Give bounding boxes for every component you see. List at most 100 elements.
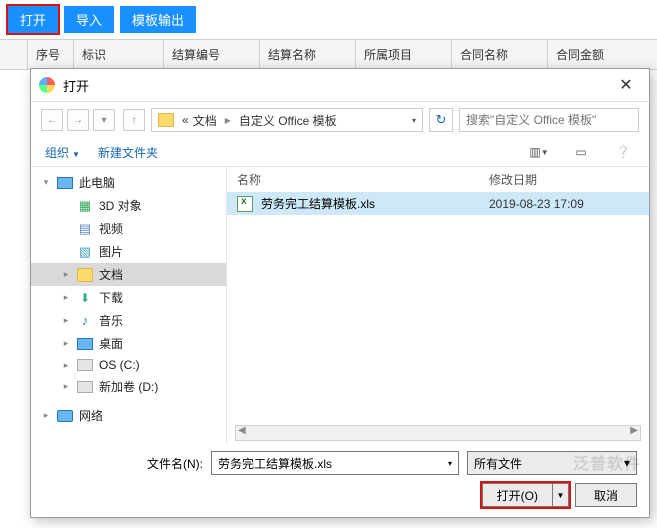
expand-icon[interactable]: ▸ — [61, 292, 71, 303]
dialog-title: 打开 — [63, 76, 611, 95]
tree-node-label: 桌面 — [99, 335, 123, 352]
new-folder-link[interactable]: 新建文件夹 — [98, 144, 158, 161]
expand-icon[interactable]: ▸ — [41, 410, 51, 421]
expand-icon[interactable]: ▸ — [61, 338, 71, 349]
filename-label: 文件名(N): — [43, 455, 203, 472]
open-button-group: 打开(O) ▼ — [482, 483, 569, 507]
tree-node-label: 3D 对象 — [99, 197, 142, 214]
breadcrumb-seg-docs[interactable]: 文档 — [193, 112, 217, 129]
open-file-dialog: 打开 ✕ ← → ▾ ↑ « 文档 ▶ 自定义 Office 模板 ▾ ↻ 组织… — [30, 68, 650, 518]
col-date[interactable]: 修改日期 — [489, 171, 639, 188]
filename-row: 文件名(N): 劳务完工结算模板.xls▾ 所有文件▾ — [43, 451, 637, 475]
grid-col-contract-amount[interactable]: 合同金额 — [548, 40, 657, 69]
refresh-icon[interactable]: ↻ — [429, 108, 453, 132]
preview-pane-icon[interactable]: ▭ — [569, 142, 593, 162]
tree-node[interactable]: ▸ 文档 — [31, 263, 226, 286]
nav-forward-icon[interactable]: → — [67, 109, 89, 131]
open-button[interactable]: 打开(O) — [482, 483, 553, 507]
open-split-icon[interactable]: ▼ — [553, 483, 569, 507]
help-icon[interactable]: ❔ — [611, 142, 635, 162]
tool-row: 组织▼ 新建文件夹 ▥ ▼ ▭ ❔ — [31, 138, 649, 167]
tree-node-label: 下载 — [99, 289, 123, 306]
filename-input[interactable]: 劳务完工结算模板.xls▾ — [211, 451, 459, 475]
folder-icon — [158, 113, 174, 127]
pc-icon — [77, 337, 93, 351]
chevron-right-icon: ▶ — [225, 116, 231, 125]
breadcrumb-seg-template[interactable]: 自定义 Office 模板 — [239, 112, 337, 129]
tree-node[interactable]: ▸ 音乐 — [31, 309, 226, 332]
music-icon — [77, 314, 93, 328]
nav-up-icon[interactable]: ↑ — [123, 109, 145, 131]
grid-col-settle-no[interactable]: 结算编号 — [164, 40, 260, 69]
tree-node[interactable]: ▸新加卷 (D:) — [31, 375, 226, 398]
button-row: 打开(O) ▼ 取消 — [43, 483, 637, 507]
breadcrumb[interactable]: « 文档 ▶ 自定义 Office 模板 ▾ — [151, 108, 423, 132]
grid-col-seq[interactable]: 序号 — [28, 40, 74, 69]
file-filter-select[interactable]: 所有文件▾ — [467, 451, 637, 475]
organize-link[interactable]: 组织▼ — [45, 144, 80, 161]
expand-icon[interactable]: ▾ — [41, 177, 51, 188]
horizontal-scrollbar[interactable] — [235, 425, 641, 441]
expand-icon[interactable]: ▸ — [61, 269, 71, 280]
expand-icon[interactable]: ▸ — [61, 360, 71, 371]
nav-arrows: ← → ▾ ↑ — [41, 109, 145, 131]
import-button[interactable]: 导入 — [64, 6, 114, 33]
net-icon — [57, 409, 73, 423]
folder-tree[interactable]: ▾ 此电脑 3D 对象视频图片 ▸ 文档 ▸ 下载 ▸ 音乐 ▸ 桌面 ▸ OS (C:) ▸新加卷 (D… — [31, 167, 227, 443]
grid-header: 序号 标识 结算编号 结算名称 所属项目 合同名称 合同金额 — [0, 39, 657, 70]
file-name: 劳务完工结算模板.xls — [261, 195, 481, 212]
tree-node[interactable]: ▸ 下载 — [31, 286, 226, 309]
file-list[interactable]: 劳务完工结算模板.xls 2019-08-23 17:09 — [227, 192, 649, 443]
folder-icon — [77, 268, 93, 282]
search-input[interactable] — [459, 108, 639, 132]
file-row[interactable]: 劳务完工结算模板.xls 2019-08-23 17:09 — [227, 192, 649, 215]
grid-col-expand[interactable] — [0, 40, 28, 69]
dialog-titlebar: 打开 ✕ — [31, 69, 649, 102]
tree-node[interactable]: 视频 — [31, 217, 226, 240]
grid-col-flag[interactable]: 标识 — [74, 40, 164, 69]
tree-node-label: 图片 — [99, 243, 123, 260]
pic-icon — [77, 245, 93, 259]
tree-node-label: 文档 — [99, 266, 123, 283]
tree-node-label: 视频 — [99, 220, 123, 237]
file-date: 2019-08-23 17:09 — [489, 197, 639, 211]
nav-recent-icon[interactable]: ▾ — [93, 109, 115, 131]
expand-icon[interactable]: ▸ — [61, 381, 71, 392]
file-columns: 名称 修改日期 — [227, 167, 649, 192]
open-button[interactable]: 打开 — [8, 6, 58, 33]
cube-icon — [77, 199, 93, 213]
cancel-button[interactable]: 取消 — [575, 483, 637, 507]
tree-node-label: 网络 — [79, 407, 103, 424]
tree-node-label: 音乐 — [99, 312, 123, 329]
close-icon[interactable]: ✕ — [611, 75, 641, 95]
tree-node[interactable]: 3D 对象 — [31, 194, 226, 217]
dl-icon — [77, 291, 93, 305]
view-mode-icon[interactable]: ▥ ▼ — [527, 142, 551, 162]
tree-node[interactable]: ▸ 网络 — [31, 404, 226, 427]
grid-col-contract-name[interactable]: 合同名称 — [452, 40, 548, 69]
dialog-app-icon — [39, 77, 55, 93]
grid-col-project[interactable]: 所属项目 — [356, 40, 452, 69]
col-name[interactable]: 名称 — [237, 171, 489, 188]
drive-icon — [77, 358, 93, 372]
tree-node[interactable]: ▸ 桌面 — [31, 332, 226, 355]
chevron-down-icon[interactable]: ▾ — [624, 456, 630, 470]
breadcrumb-dropdown-icon[interactable]: ▾ — [412, 116, 416, 125]
chevron-down-icon[interactable]: ▾ — [448, 459, 452, 468]
nav-back-icon[interactable]: ← — [41, 109, 63, 131]
nav-row: ← → ▾ ↑ « 文档 ▶ 自定义 Office 模板 ▾ ↻ — [31, 102, 649, 138]
drive-icon — [77, 380, 93, 394]
tree-node[interactable]: 图片 — [31, 240, 226, 263]
tree-node-label: 此电脑 — [79, 174, 115, 191]
film-icon — [77, 222, 93, 236]
xls-icon — [237, 196, 253, 212]
tree-node[interactable]: ▸ OS (C:) — [31, 355, 226, 375]
tree-node[interactable]: ▾ 此电脑 — [31, 171, 226, 194]
grid-col-settle-name[interactable]: 结算名称 — [260, 40, 356, 69]
template-output-button[interactable]: 模板输出 — [120, 6, 196, 33]
dialog-body: ▾ 此电脑 3D 对象视频图片 ▸ 文档 ▸ 下载 ▸ 音乐 ▸ 桌面 ▸ OS (C:) ▸新加卷 (D… — [31, 167, 649, 443]
file-pane: 名称 修改日期 劳务完工结算模板.xls 2019-08-23 17:09 — [227, 167, 649, 443]
app-toolbar: 打开 导入 模板输出 — [0, 0, 657, 39]
tree-node-label: OS (C:) — [99, 358, 140, 372]
expand-icon[interactable]: ▸ — [61, 315, 71, 326]
